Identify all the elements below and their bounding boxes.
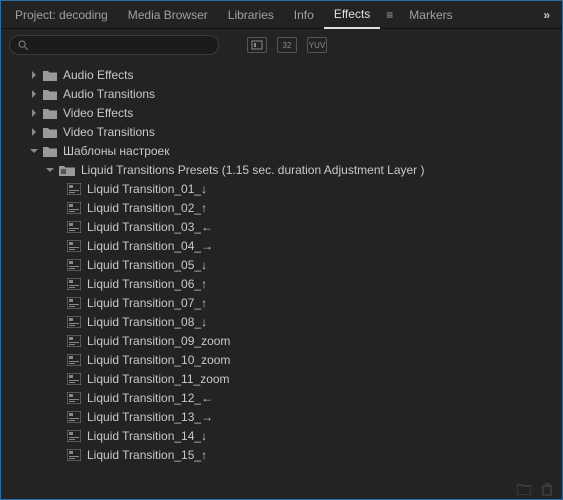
badge-32bit-icon[interactable]: 32: [277, 37, 297, 53]
preset-label: Liquid Transition_09_zoom: [87, 334, 230, 348]
preset-label: Liquid Transition_01_↓: [87, 182, 207, 196]
preset-label: Liquid Transition_12_←: [87, 391, 213, 405]
tree-item-label: Audio Transitions: [63, 87, 155, 101]
preset-label: Liquid Transition_06_↑: [87, 277, 207, 291]
preset-item[interactable]: Liquid Transition_09_zoom: [5, 331, 562, 350]
tab-info[interactable]: Info: [284, 2, 324, 28]
tab-libraries[interactable]: Libraries: [218, 2, 284, 28]
tree-item-label: Шаблоны настроек: [63, 144, 169, 158]
preset-item[interactable]: Liquid Transition_06_↑: [5, 274, 562, 293]
tab-label: Effects: [334, 7, 370, 21]
tree-item-label: Audio Effects: [63, 68, 134, 82]
more-label: »: [543, 8, 550, 22]
tab-project[interactable]: Project: decoding: [5, 2, 118, 28]
preset-item[interactable]: Liquid Transition_12_←: [5, 388, 562, 407]
twisty-icon[interactable]: [29, 108, 39, 118]
pill-label: YUV: [309, 41, 325, 50]
preset-label: Liquid Transition_07_↑: [87, 296, 207, 310]
search-input[interactable]: [33, 39, 210, 51]
panel-menu-icon[interactable]: ≡: [380, 4, 399, 26]
preset-item[interactable]: Liquid Transition_13_→: [5, 407, 562, 426]
search-icon: [18, 40, 29, 51]
search-box[interactable]: [9, 35, 219, 55]
preset-bin[interactable]: Liquid Transitions Presets (1.15 sec. du…: [5, 160, 562, 179]
preset-item[interactable]: Liquid Transition_02_↑: [5, 198, 562, 217]
preset-label: Liquid Transition_08_↓: [87, 315, 207, 329]
preset-item[interactable]: Liquid Transition_03_←: [5, 217, 562, 236]
folder-0[interactable]: Audio Effects: [5, 65, 562, 84]
effects-tree: Audio Effects Audio Transitions Video Ef…: [1, 61, 562, 481]
preset-label: Liquid Transition_02_↑: [87, 201, 207, 215]
preset-label: Liquid Transition_13_→: [87, 410, 213, 424]
preset-item[interactable]: Liquid Transition_14_↓: [5, 426, 562, 445]
search-row: 32 YUV: [1, 29, 562, 61]
badge-accelerated-icon[interactable]: [247, 37, 267, 53]
preset-label: Liquid Transition_11_zoom: [87, 372, 230, 386]
tab-markers[interactable]: Markers: [399, 2, 462, 28]
twisty-icon[interactable]: [29, 89, 39, 99]
preset-label: Liquid Transition_05_↓: [87, 258, 207, 272]
preset-item[interactable]: Liquid Transition_08_↓: [5, 312, 562, 331]
twisty-icon[interactable]: [29, 146, 39, 156]
preset-item[interactable]: Liquid Transition_04_→: [5, 236, 562, 255]
tree-item-label: Video Effects: [63, 106, 133, 120]
badge-yuv-icon[interactable]: YUV: [307, 37, 327, 53]
preset-label: Liquid Transition_15_↑: [87, 448, 207, 462]
folder-1[interactable]: Audio Transitions: [5, 84, 562, 103]
preset-item[interactable]: Liquid Transition_11_zoom: [5, 369, 562, 388]
folder-3[interactable]: Video Transitions: [5, 122, 562, 141]
preset-item[interactable]: Liquid Transition_07_↑: [5, 293, 562, 312]
new-bin-icon[interactable]: [517, 483, 531, 495]
delete-icon[interactable]: [541, 483, 553, 496]
pill-label: 32: [283, 41, 292, 50]
preset-label: Liquid Transition_03_←: [87, 220, 213, 234]
tab-media-browser[interactable]: Media Browser: [118, 2, 218, 28]
tree-item-label: Video Transitions: [63, 125, 155, 139]
preset-item[interactable]: Liquid Transition_01_↓: [5, 179, 562, 198]
folder-4[interactable]: Шаблоны настроек: [5, 141, 562, 160]
tab-label: Media Browser: [128, 8, 208, 22]
tab-effects[interactable]: Effects: [324, 1, 380, 29]
tree-item-label: Liquid Transitions Presets (1.15 sec. du…: [81, 163, 425, 177]
tabs-overflow[interactable]: »: [535, 4, 558, 26]
preset-item[interactable]: Liquid Transition_15_↑: [5, 445, 562, 464]
panel-tabs: Project: decoding Media Browser Librarie…: [1, 1, 562, 29]
tab-label: Libraries: [228, 8, 274, 22]
tab-label: Markers: [409, 8, 452, 22]
twisty-icon[interactable]: [29, 127, 39, 137]
folder-2[interactable]: Video Effects: [5, 103, 562, 122]
twisty-icon[interactable]: [45, 165, 55, 175]
twisty-icon[interactable]: [29, 70, 39, 80]
preset-item[interactable]: Liquid Transition_10_zoom: [5, 350, 562, 369]
preset-label: Liquid Transition_14_↓: [87, 429, 207, 443]
preset-item[interactable]: Liquid Transition_05_↓: [5, 255, 562, 274]
preset-label: Liquid Transition_10_zoom: [87, 353, 230, 367]
preset-label: Liquid Transition_04_→: [87, 239, 213, 253]
tab-label: Info: [294, 8, 314, 22]
tab-label: Project: decoding: [15, 8, 108, 22]
panel-footer: [507, 478, 563, 500]
